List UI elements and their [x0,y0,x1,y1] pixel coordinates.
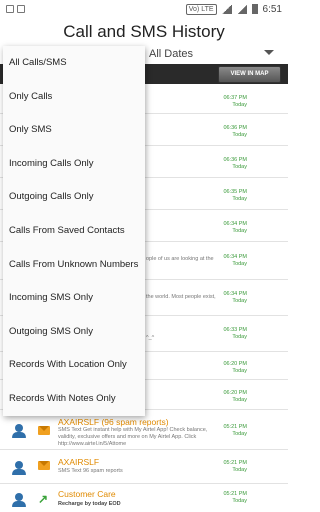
menu-item-only-calls[interactable]: Only Calls [3,80,145,114]
menu-item-unknown-numbers[interactable]: Calls From Unknown Numbers [3,248,145,282]
record-day: Today [232,102,247,108]
record-time: 06:20 PM [223,361,247,367]
filter-dropdown-menu: All Calls/SMS Only Calls Only SMS Incomi… [3,46,145,416]
record-day: Today [232,261,247,267]
record-day: Today [232,228,247,234]
list-item[interactable]: ↗ Customer Care Recharge by today EOD 05… [0,484,288,512]
menu-item-with-location[interactable]: Records With Location Only [3,348,145,382]
notification-icon [6,5,14,13]
menu-item-with-notes[interactable]: Records With Notes Only [3,382,145,416]
app-header: Call and SMS History [0,18,288,46]
record-day: Today [232,298,247,304]
record-time: 05:21 PM [223,491,247,497]
record-snippet: SMS Text Get instant help with My Airtel… [58,427,208,447]
list-item[interactable]: AXAIRSLF SMS Text 96 spam reports 05:21 … [0,450,288,484]
menu-item-only-sms[interactable]: Only SMS [3,113,145,147]
record-name: Customer Care [58,489,116,499]
record-day: Today [232,498,247,504]
record-time: 06:36 PM [223,157,247,163]
record-snippet: SMS Text 96 spam reports [58,468,123,474]
contact-avatar-icon [12,424,26,438]
record-snippet: ^_^ [146,335,155,341]
record-name: AXAIRSLF (96 spam reports) [58,417,169,427]
outgoing-call-icon: ↗ [38,492,49,506]
battery-icon [251,4,258,14]
list-item[interactable]: AXAIRSLF (96 spam reports) SMS Text Get … [0,410,288,450]
page-title: Call and SMS History [63,22,225,41]
record-day: Today [232,467,247,473]
sms-icon [38,461,50,470]
record-time: 05:21 PM [223,460,247,466]
record-time: 06:36 PM [223,125,247,131]
record-snippet: the world. Most people exist, [146,294,216,300]
record-day: Today [232,368,247,374]
record-subtitle: Recharge by today EOD [58,501,121,507]
record-time: 06:34 PM [223,254,247,260]
menu-item-all-calls-sms[interactable]: All Calls/SMS [3,46,145,80]
record-time: 06:35 PM [223,189,247,195]
status-bar: Vo) LTE 6:51 [0,0,288,18]
signal-icon [236,4,247,14]
volte-badge: Vo) LTE [185,3,217,15]
chevron-down-icon[interactable] [264,50,274,55]
menu-item-incoming-calls[interactable]: Incoming Calls Only [3,147,145,181]
sms-icon [38,426,50,435]
record-day: Today [232,132,247,138]
signal-icon [221,4,232,14]
menu-item-outgoing-calls[interactable]: Outgoing Calls Only [3,180,145,214]
record-day: Today [232,164,247,170]
notification-icon [17,5,25,13]
record-day: Today [232,397,247,403]
record-snippet: ople of us are looking at the [146,256,214,262]
contact-avatar-icon [12,461,26,475]
record-name: AXAIRSLF [58,457,100,467]
menu-item-outgoing-sms[interactable]: Outgoing SMS Only [3,315,145,349]
record-day: Today [232,431,247,437]
record-day: Today [232,334,247,340]
menu-item-incoming-sms[interactable]: Incoming SMS Only [3,281,145,315]
record-time: 06:34 PM [223,291,247,297]
contact-avatar-icon [12,493,26,507]
record-time: 06:20 PM [223,390,247,396]
record-day: Today [232,196,247,202]
view-in-map-button[interactable]: VIEW IN MAP [218,66,281,83]
record-time: 06:33 PM [223,327,247,333]
date-filter-label[interactable]: All Dates [149,48,193,60]
record-time: 06:37 PM [223,95,247,101]
clock: 6:51 [262,3,282,15]
menu-item-saved-contacts[interactable]: Calls From Saved Contacts [3,214,145,248]
record-time: 05:21 PM [223,424,247,430]
record-time: 06:34 PM [223,221,247,227]
